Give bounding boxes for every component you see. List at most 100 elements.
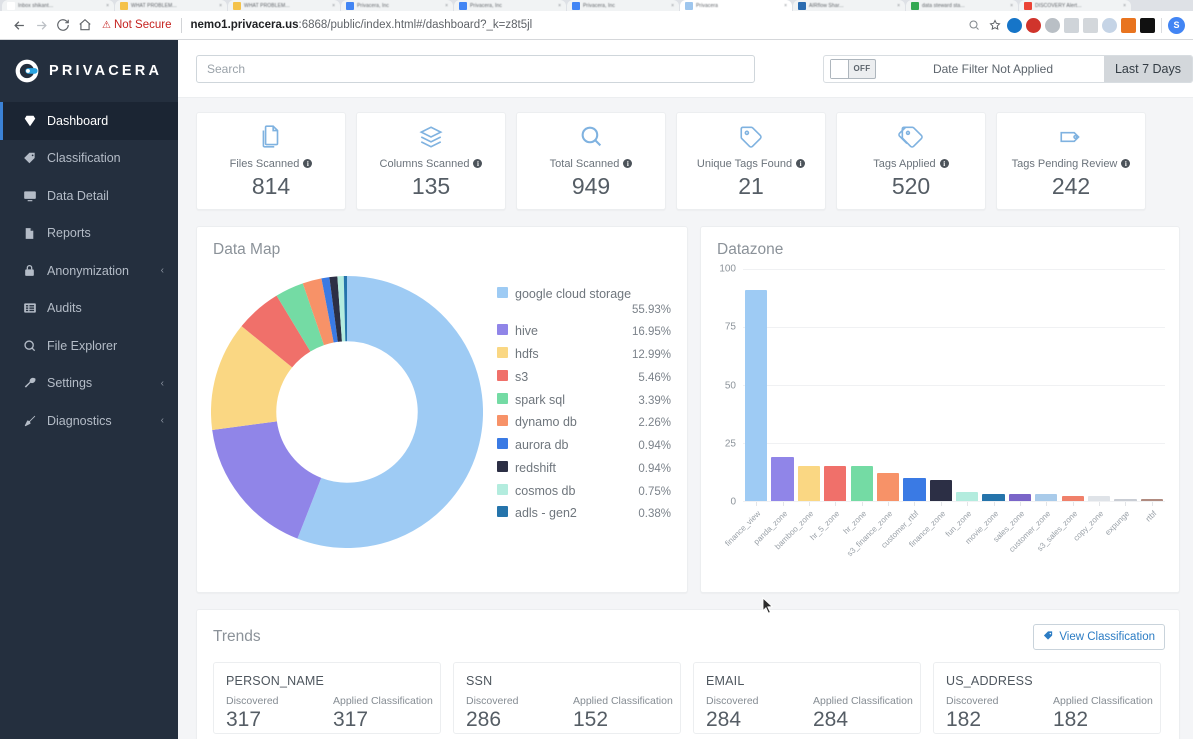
bar[interactable] bbox=[876, 473, 900, 501]
sidebar-item-file-explorer[interactable]: File Explorer bbox=[0, 327, 178, 365]
trend-card[interactable]: SSN Discovered 286 Applied Classification 15… bbox=[453, 662, 681, 734]
sidebar-item-reports[interactable]: Reports bbox=[0, 215, 178, 253]
sidebar-item-data-detail[interactable]: Data Detail bbox=[0, 177, 178, 215]
legend-item[interactable]: redshift 0.94% bbox=[497, 460, 671, 476]
extension-icon-8[interactable] bbox=[1140, 17, 1155, 33]
info-icon[interactable]: i bbox=[303, 159, 313, 168]
address-bar[interactable]: ⚠ Not Secure nemo1.privacera.us:6868/pub… bbox=[102, 14, 959, 36]
extension-icon-7[interactable] bbox=[1121, 17, 1136, 33]
tab-close-icon[interactable]: × bbox=[106, 3, 109, 9]
bar[interactable] bbox=[824, 466, 847, 501]
legend-item[interactable]: hive 16.95% bbox=[497, 324, 671, 339]
tab-close-icon[interactable]: × bbox=[445, 3, 448, 9]
bar[interactable] bbox=[1114, 498, 1137, 501]
home-button[interactable] bbox=[74, 14, 96, 36]
legend-item[interactable]: aurora db 0.94% bbox=[497, 438, 671, 453]
browser-tab[interactable]: Privacera × bbox=[680, 0, 792, 11]
browser-tab[interactable]: Privacera, Inc × bbox=[341, 0, 453, 11]
donut-segment[interactable] bbox=[302, 278, 335, 346]
tab-close-icon[interactable]: × bbox=[219, 3, 222, 9]
tab-close-icon[interactable]: × bbox=[1123, 3, 1126, 9]
legend-item[interactable]: cosmos db 0.75% bbox=[497, 483, 671, 499]
extension-icon-3[interactable] bbox=[1045, 17, 1060, 33]
tab-close-icon[interactable]: × bbox=[332, 3, 335, 9]
sidebar-item-classification[interactable]: Classification bbox=[0, 140, 178, 178]
browser-tab[interactable]: WHAT PROBLEM... × bbox=[228, 0, 340, 11]
datazone-bar-chart[interactable]: 0 25 50 75 100 finance_view panda_zone bamboo_… bbox=[701, 259, 1179, 569]
donut-segment[interactable] bbox=[321, 277, 339, 343]
bar[interactable] bbox=[1140, 498, 1163, 501]
legend-item[interactable]: hdfs 12.99% bbox=[497, 347, 671, 362]
donut-segment[interactable] bbox=[211, 326, 293, 430]
search-input[interactable] bbox=[196, 54, 755, 83]
sidebar-item-anonymization[interactable]: Anonymization ‹ bbox=[0, 252, 178, 290]
bar[interactable] bbox=[1087, 496, 1111, 501]
stat-card-tags-pending-review[interactable]: Tags Pending Review i 242 bbox=[996, 112, 1146, 210]
legend-item[interactable]: google cloud storage 55.93% bbox=[497, 287, 671, 316]
tab-close-icon[interactable]: × bbox=[671, 3, 674, 9]
sidebar-item-diagnostics[interactable]: Diagnostics ‹ bbox=[0, 402, 178, 440]
stat-card-files-scanned[interactable]: Files Scanned i 814 bbox=[196, 112, 346, 210]
stat-card-tags-applied[interactable]: Tags Applied i 520 bbox=[836, 112, 986, 210]
bar[interactable] bbox=[850, 466, 873, 501]
info-icon[interactable]: i bbox=[473, 159, 483, 168]
stat-card-unique-tags-found[interactable]: Unique Tags Found i 21 bbox=[676, 112, 826, 210]
bar[interactable] bbox=[903, 477, 926, 501]
bar[interactable] bbox=[797, 466, 820, 501]
donut-segment[interactable] bbox=[276, 283, 325, 352]
sidebar-item-dashboard[interactable]: Dashboard bbox=[0, 102, 178, 140]
browser-tab[interactable]: Privacera, Inc × bbox=[567, 0, 679, 11]
info-icon[interactable]: i bbox=[1121, 159, 1131, 168]
legend-item[interactable]: dynamo db 2.26% bbox=[497, 415, 671, 430]
browser-tab[interactable]: Inbox shikant... × bbox=[2, 0, 114, 11]
bar[interactable] bbox=[745, 289, 768, 501]
donut-chart[interactable] bbox=[197, 265, 497, 559]
stat-card-columns-scanned[interactable]: Columns Scanned i 135 bbox=[356, 112, 506, 210]
trend-card[interactable]: EMAIL Discovered 284 Applied Classification… bbox=[693, 662, 921, 734]
bar[interactable] bbox=[771, 456, 794, 501]
donut-segment[interactable] bbox=[241, 295, 312, 369]
browser-tab-strip[interactable]: Inbox shikant... × WHAT PROBLEM... × WHAT PR… bbox=[0, 0, 1193, 11]
browser-tab[interactable]: WHAT PROBLEM... × bbox=[115, 0, 227, 11]
info-icon[interactable]: i bbox=[623, 159, 633, 168]
browser-tab[interactable]: data steward sta... × bbox=[906, 0, 1018, 11]
trend-card[interactable]: PERSON_NAME Discovered 317 Applied Classifi… bbox=[213, 662, 441, 734]
donut-segment[interactable] bbox=[212, 420, 323, 539]
stat-card-total-scanned[interactable]: Total Scanned i 949 bbox=[516, 112, 666, 210]
bar[interactable] bbox=[929, 480, 952, 501]
zoom-icon[interactable] bbox=[965, 17, 982, 34]
browser-tab[interactable]: DISCOVERY Alert... × bbox=[1019, 0, 1131, 11]
extension-icon-6[interactable] bbox=[1102, 17, 1117, 33]
extension-icon-1[interactable] bbox=[1007, 17, 1022, 33]
tab-close-icon[interactable]: × bbox=[784, 3, 787, 9]
tab-close-icon[interactable]: × bbox=[1010, 3, 1013, 9]
tab-close-icon[interactable]: × bbox=[558, 3, 561, 9]
bookmark-star-icon[interactable] bbox=[986, 17, 1003, 34]
sidebar-item-audits[interactable]: Audits bbox=[0, 290, 178, 328]
extension-icon-4[interactable] bbox=[1064, 17, 1079, 33]
not-secure-badge[interactable]: ⚠ Not Secure bbox=[102, 19, 172, 31]
sidebar-item-settings[interactable]: Settings ‹ bbox=[0, 365, 178, 403]
dashboard-scroll-area[interactable]: Files Scanned i 814 Columns Scanned i 135 Tota… bbox=[178, 98, 1193, 739]
legend-item[interactable]: s3 5.46% bbox=[497, 369, 671, 385]
forward-button[interactable] bbox=[30, 14, 52, 36]
info-icon[interactable]: i bbox=[796, 159, 806, 168]
info-icon[interactable]: i bbox=[939, 159, 949, 168]
brand-logo[interactable]: PRIVACERA bbox=[0, 40, 178, 102]
browser-tab[interactable]: Privacera, Inc × bbox=[454, 0, 566, 11]
trend-card[interactable]: US_ADDRESS Discovered 182 Applied Classific… bbox=[933, 662, 1161, 734]
bar[interactable] bbox=[1061, 496, 1084, 501]
date-filter-toggle[interactable]: OFF bbox=[829, 58, 876, 79]
browser-tab[interactable]: AIRflow Shar... × bbox=[793, 0, 905, 11]
bar[interactable] bbox=[982, 494, 1005, 501]
profile-avatar[interactable]: S bbox=[1168, 16, 1185, 34]
reload-button[interactable] bbox=[52, 14, 74, 36]
back-button[interactable] bbox=[8, 14, 30, 36]
bar[interactable] bbox=[1008, 494, 1031, 501]
view-classification-button[interactable]: View Classification bbox=[1033, 624, 1165, 650]
bar[interactable] bbox=[1035, 494, 1058, 501]
donut-segment[interactable] bbox=[329, 276, 343, 342]
tab-close-icon[interactable]: × bbox=[897, 3, 900, 9]
legend-item[interactable]: adls - gen2 0.38% bbox=[497, 506, 671, 521]
extension-icon-5[interactable] bbox=[1083, 17, 1098, 33]
